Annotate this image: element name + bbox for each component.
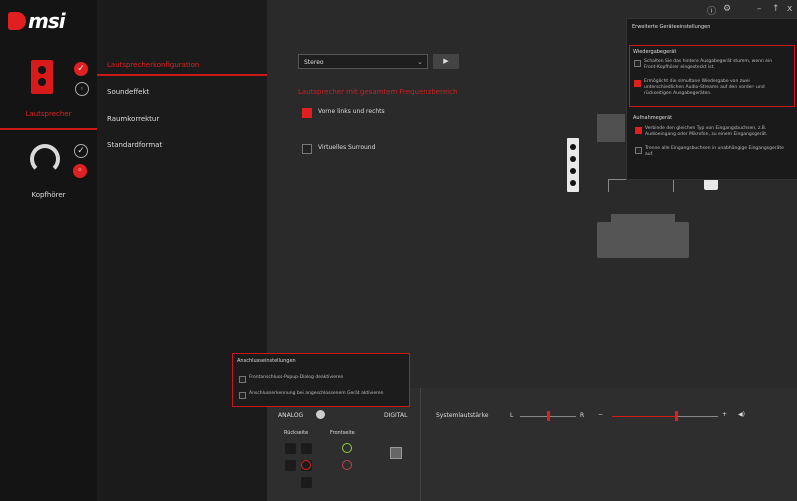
playback-opt1-checkbox[interactable] [634, 60, 641, 67]
info-icon[interactable]: ⓘ [707, 4, 716, 17]
rear-jack-3[interactable] [285, 460, 296, 471]
front-headphone-jack[interactable] [342, 443, 352, 453]
subnav-room-correction[interactable]: Raumkorrektur [107, 115, 159, 123]
speaker-mode-value: Stereo [304, 59, 324, 66]
mic-red-icon: ◦ [73, 164, 87, 178]
jack-detect-checkbox[interactable] [239, 392, 246, 399]
playback-heading: Wiedergabegerät [633, 49, 677, 55]
jack-detect-text: Anschlusserkennung bei angeschlossenem G… [249, 391, 384, 396]
maximize-button[interactable]: ↑ [772, 4, 780, 14]
rear-jack-5[interactable] [301, 477, 312, 488]
volume-slider-knob[interactable] [674, 411, 678, 421]
digital-optical-port-icon[interactable] [390, 447, 402, 459]
recording-opt1-checkbox[interactable] [635, 127, 642, 134]
subnav-sound-effect[interactable]: Soundeffekt [107, 88, 149, 96]
chevron-down-icon: ⌄ [417, 58, 423, 66]
device-label-speakers: Lautsprecher [25, 110, 72, 118]
analog-label: ANALOG [278, 412, 304, 419]
playback-opt1-text: Schalten Sie das hintere Ausgabegerät st… [644, 59, 773, 70]
virtual-surround-label: Virtuelles Surround [318, 144, 376, 151]
rear-jack-2[interactable] [301, 443, 312, 454]
playback-opt2-text: Ermöglicht die simultane Wiedergabe von … [644, 79, 765, 96]
device-sidebar: msi ✓ ◦ Lautsprecher ✓ ◦ Kopfhörer [0, 0, 97, 501]
minimize-button[interactable]: – [757, 4, 762, 14]
fullrange-heading: Lautsprecher mit gesamtem Frequenzbereic… [298, 88, 458, 96]
recording-opt2-checkbox[interactable] [635, 147, 642, 154]
bottom-divider [420, 388, 421, 501]
balance-right-label: R [580, 412, 585, 419]
test-play-button[interactable]: ▶ [433, 54, 459, 69]
speaker-volume-icon[interactable]: ◀) [738, 411, 745, 418]
connector-title: Anschlusseinstellungen [237, 358, 296, 364]
speaker-icon [31, 60, 53, 94]
rear-label: Rückseite [284, 430, 309, 436]
front-mic-jack[interactable] [342, 460, 352, 470]
balance-slider-knob[interactable] [547, 411, 550, 421]
listener-bracket [608, 179, 674, 192]
advanced-device-settings-panel: Erweiterte Geräteeinstellungen Wiedergab… [626, 18, 797, 180]
rear-jack-active[interactable] [301, 460, 312, 471]
front-lr-label: Vorne links und rechts [318, 108, 385, 115]
volume-track[interactable] [675, 416, 718, 417]
listener-couch-icon [597, 214, 689, 258]
system-volume-label: Systemlautstärke [436, 412, 489, 419]
msi-logo: msi [8, 8, 88, 34]
advanced-title: Erweiterte Geräteeinstellungen [632, 24, 711, 30]
front-popup-text: Frontanschluss-Popup-Dialog deaktivieren [249, 375, 344, 380]
check-outline-icon: ✓ [74, 144, 88, 158]
left-speaker-tower[interactable] [567, 138, 579, 192]
headphones-icon [30, 144, 60, 174]
speaker-mode-select[interactable]: Stereo ⌄ [298, 54, 428, 69]
device-speakers[interactable]: ✓ ◦ Lautsprecher [0, 50, 97, 132]
active-tab-underline [97, 74, 267, 76]
balance-left-label: L [510, 412, 514, 419]
mic-badge-icon: ◦ [75, 82, 89, 96]
subnav-speaker-config[interactable]: Lautsprecherkonfiguration [107, 61, 199, 69]
volume-fill [612, 416, 676, 417]
device-headphones[interactable]: ✓ ◦ Kopfhörer [0, 138, 97, 208]
settings-gear-icon[interactable]: ⚙ [723, 4, 731, 14]
front-lr-checkbox[interactable] [302, 108, 312, 118]
recording-heading: Aufnahmegerät [633, 115, 673, 121]
playback-group: Wiedergabegerät Schalten Sie das hintere… [629, 45, 795, 107]
virtual-surround-checkbox[interactable] [302, 144, 312, 154]
subnav-default-format[interactable]: Standardformat [107, 141, 162, 149]
device-label-headphones: Kopfhörer [31, 191, 66, 199]
center-placeholder [597, 114, 625, 142]
analog-gear-icon[interactable] [316, 410, 325, 419]
digital-label: DIGITAL [384, 412, 408, 419]
playback-opt2-checkbox[interactable] [634, 80, 641, 87]
front-popup-checkbox[interactable] [239, 376, 246, 383]
rear-jack-1[interactable] [285, 443, 296, 454]
active-check-icon: ✓ [74, 62, 88, 76]
recording-opt2-text: Trenne alle Eingangsbuchsen in unabhängi… [645, 146, 784, 157]
recording-opt1-text: Verbinde den gleichen Typ von Eingangsbu… [645, 126, 768, 137]
brand-text: msi [28, 9, 66, 33]
dragon-shield-icon [8, 12, 26, 30]
connector-settings-panel: Anschlusseinstellungen Frontanschluss-Po… [232, 353, 410, 407]
volume-minus[interactable]: − [598, 411, 603, 418]
close-button[interactable]: x [787, 4, 792, 14]
front-label: Frontseite [330, 430, 355, 436]
volume-plus[interactable]: + [722, 411, 727, 418]
